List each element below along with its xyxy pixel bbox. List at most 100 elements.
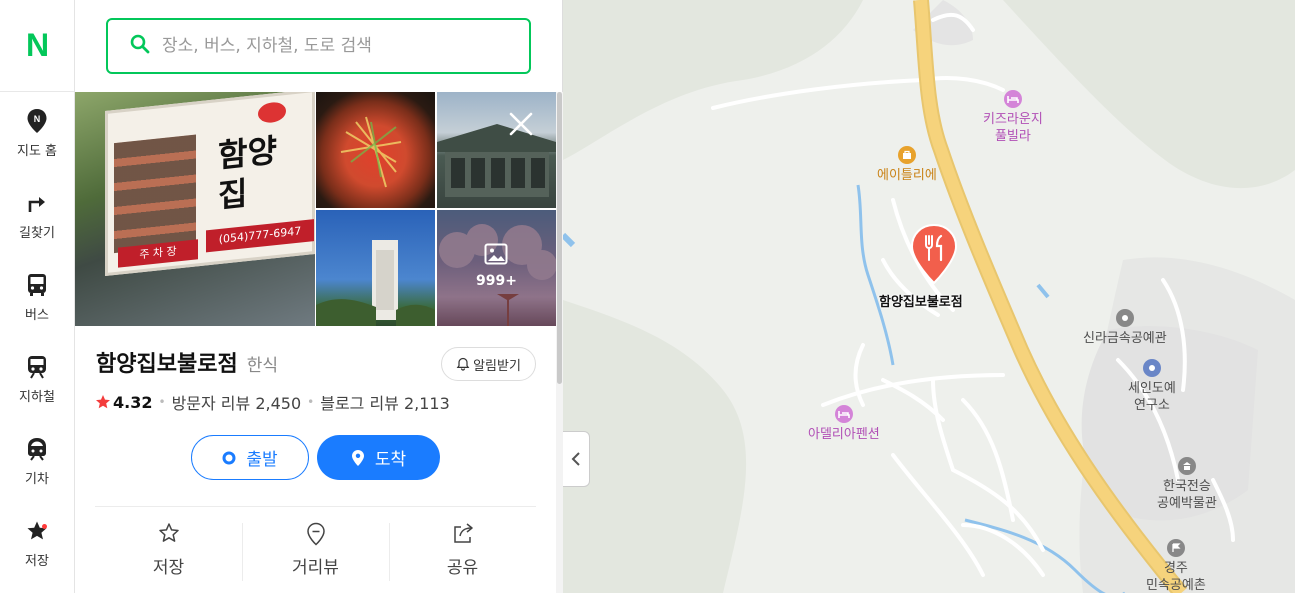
save-action[interactable]: 저장 [95, 520, 242, 582]
left-nav-rail: N N 지도 홈 길찾기 버스 지하철 기차 저장 [0, 0, 75, 593]
turn-right-arrow-icon [24, 190, 50, 216]
chevron-left-icon [571, 452, 580, 466]
nav-label: 버스 [25, 307, 49, 323]
scrollbar-thumb[interactable] [557, 92, 562, 384]
share-action-label: 공유 [446, 558, 479, 578]
action-bar: 저장 거리뷰 공유 [95, 520, 536, 582]
start-label: 출발 [246, 450, 278, 470]
poi-label: 세인도예 [1128, 381, 1176, 396]
place-panel: 함양집 (054)777-6947 주 차 장 999+ 함양집보 [75, 0, 563, 593]
shop-icon [897, 146, 916, 164]
poi-label: 민속공예촌 [1146, 578, 1206, 593]
star-outline-icon [158, 523, 179, 542]
street-view-pin-icon [306, 522, 325, 546]
poi-label: 아델리아펜션 [808, 427, 880, 442]
photo-building[interactable] [437, 92, 556, 208]
panel-scrollbar[interactable] [556, 92, 563, 593]
photo-sign-tower[interactable] [316, 210, 435, 326]
share-action[interactable]: 공유 [389, 520, 536, 582]
bus-icon [24, 272, 50, 298]
rating-star-icon [96, 395, 110, 409]
nav-label: 기차 [25, 471, 49, 487]
save-action-label: 저장 [152, 558, 185, 578]
photo-main-signboard[interactable]: 함양집 (054)777-6947 주 차 장 [75, 92, 315, 326]
street-view-action[interactable]: 거리뷰 [242, 520, 389, 582]
rating-score: 4.32 [113, 392, 153, 412]
poi-label: 풀빌라 [994, 129, 1031, 144]
arrive-label: 도착 [374, 450, 407, 470]
visitor-review-link[interactable]: 방문자 리뷰 2,450 [172, 390, 302, 414]
nav-saved[interactable]: 저장 [0, 502, 74, 584]
landmark-icon [1115, 309, 1134, 327]
poi-label: 신라금속공예관 [1083, 331, 1167, 346]
nav-label: 길찾기 [19, 225, 55, 241]
arrive-button[interactable]: 도착 [317, 435, 440, 480]
search-icon [130, 34, 150, 58]
route-buttons: 출발 도착 [191, 435, 440, 480]
naver-logo[interactable]: N [0, 0, 74, 92]
nav-directions[interactable]: 길찾기 [0, 174, 74, 256]
institute-icon [1142, 359, 1161, 377]
poi-adelia-pension[interactable]: 아델리아펜션 [808, 405, 880, 443]
nav-bus[interactable]: 버스 [0, 256, 74, 338]
new-badge-dot [42, 524, 47, 529]
restaurant-pin[interactable] [909, 223, 959, 285]
bell-icon [456, 357, 470, 371]
poi-label: 에이틀리에 [877, 168, 937, 183]
poi-folk-craft-village[interactable]: 경주 민속공예촌 [1146, 539, 1206, 593]
photo-more[interactable]: 999+ [437, 210, 556, 326]
nav-label: 지하철 [19, 389, 55, 405]
separator-dot: • [158, 395, 166, 409]
separator-dot: • [307, 395, 315, 409]
fork-knife-pin-icon [910, 223, 958, 285]
sign-emblem [258, 101, 286, 124]
sign-tel: (054)777-6947 [206, 219, 314, 253]
close-icon[interactable] [507, 110, 535, 142]
poi-atelier[interactable]: 에이틀리에 [877, 146, 937, 184]
search-box[interactable] [106, 18, 531, 74]
nav-subway[interactable]: 지하철 [0, 338, 74, 420]
map-pin-n-icon: N [24, 108, 50, 134]
nav-map-home[interactable]: N 지도 홈 [0, 92, 74, 174]
alarm-label: 알림받기 [473, 358, 521, 374]
street-view-label: 거리뷰 [292, 558, 339, 578]
photo-food[interactable] [316, 92, 435, 208]
bed-icon [1003, 90, 1022, 108]
poi-silla-metal[interactable]: 신라금속공예관 [1083, 309, 1167, 347]
share-icon [453, 523, 473, 543]
start-button[interactable]: 출발 [191, 435, 309, 480]
poi-label: 연구소 [1133, 398, 1170, 413]
image-icon [484, 243, 508, 269]
nav-train[interactable]: 기차 [0, 420, 74, 502]
divider [95, 506, 536, 507]
place-name: 함양집보불로점 [96, 352, 238, 377]
poi-label: 한국전승 [1162, 479, 1211, 494]
signboard-illustration: 함양집 (054)777-6947 주 차 장 [105, 92, 315, 277]
rating-row: 4.32 • 방문자 리뷰 2,450 • 블로그 리뷰 2,113 [95, 390, 450, 414]
place-category: 한식 [246, 356, 278, 376]
sign-name: 함양집 [218, 130, 277, 216]
arrive-pin-icon [351, 449, 364, 466]
nav-label: 지도 홈 [16, 143, 57, 159]
museum-icon [1177, 457, 1196, 475]
photo-gallery: 함양집 (054)777-6947 주 차 장 999+ [75, 92, 556, 326]
search-area [75, 0, 562, 92]
poi-label: 경주 [1163, 561, 1188, 576]
poi-kids-lounge[interactable]: 키즈라운지 풀빌라 [983, 90, 1043, 145]
poi-craft-museum[interactable]: 한국전승 공예박물관 [1157, 457, 1217, 512]
flag-icon [1166, 539, 1185, 557]
star-icon [24, 518, 50, 544]
poi-sein-ceramic[interactable]: 세인도예 연구소 [1128, 359, 1176, 414]
panel-collapse-button[interactable] [563, 431, 590, 487]
photo-count: 999+ [476, 273, 517, 289]
svg-text:N: N [34, 114, 41, 124]
title-row: 함양집보불로점 한식 [96, 346, 278, 378]
search-input[interactable] [162, 36, 492, 56]
menu-photos [114, 134, 196, 254]
restaurant-pin-label: 함양집보불로점 [879, 295, 963, 310]
poi-label: 키즈라운지 [983, 112, 1043, 127]
blog-review-link[interactable]: 블로그 리뷰 2,113 [320, 390, 450, 414]
poi-label: 공예박물관 [1157, 496, 1217, 511]
alarm-button[interactable]: 알림받기 [441, 347, 536, 381]
map-canvas[interactable]: 키즈라운지 풀빌라 에이틀리에 신라금속공예관 세인도예 연구소 아델리아펜션 … [563, 0, 1295, 593]
